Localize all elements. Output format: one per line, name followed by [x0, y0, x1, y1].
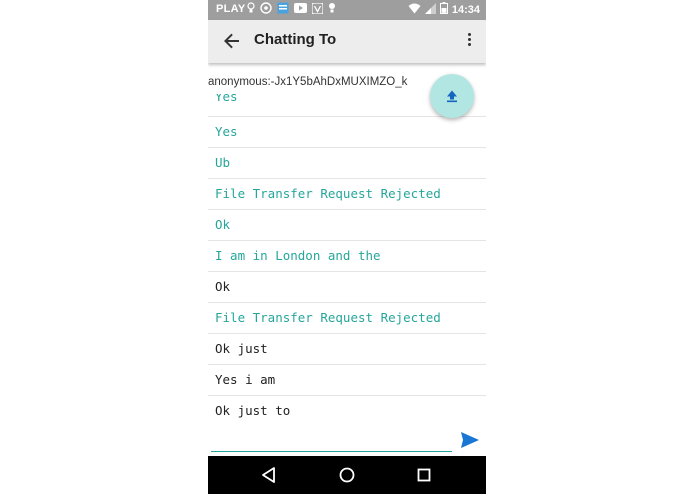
composer	[208, 428, 486, 456]
send-button[interactable]	[460, 431, 480, 449]
overflow-menu-button[interactable]	[466, 31, 472, 51]
arrow-left-icon	[224, 33, 239, 49]
message-incoming: Yes	[208, 117, 486, 148]
message-outgoing: Ok just to	[208, 396, 486, 426]
youtube-icon	[294, 3, 307, 18]
message-list[interactable]: Yes Yes Ub File Transfer Request Rejected Ok…	[208, 94, 486, 426]
back-button[interactable]	[220, 29, 244, 53]
message-incoming: I am in London and the	[208, 241, 486, 272]
message-incoming: File Transfer Request Rejected	[208, 303, 486, 334]
bulb-icon	[247, 2, 255, 19]
wifi-icon	[408, 3, 421, 17]
carrier-label: PLAY	[216, 3, 246, 15]
app-bar: Chatting To	[208, 20, 486, 63]
system-icons: 14:34	[408, 2, 480, 17]
message-outgoing: Yes i am	[208, 365, 486, 396]
recents-square-icon	[417, 468, 431, 482]
upload-file-button[interactable]	[430, 74, 474, 118]
back-triangle-icon	[262, 467, 275, 483]
nav-back-button[interactable]	[260, 466, 278, 484]
message-outgoing: Ok	[208, 272, 486, 303]
navigation-bar	[208, 456, 486, 494]
message-incoming: Ub	[208, 148, 486, 179]
battery-icon	[439, 2, 448, 17]
app-icon	[277, 2, 289, 19]
message-outgoing: Ok just	[208, 334, 486, 365]
upload-icon	[447, 90, 457, 103]
bulb-icon	[328, 2, 336, 19]
clock: 14:34	[451, 3, 480, 16]
notification-icons	[247, 1, 336, 19]
send-icon	[461, 432, 479, 448]
page-title: Chatting To	[254, 31, 337, 48]
chat-peer-name: anonymous:-Jx1Y5bAhDxMUXIMZO_k	[208, 76, 408, 88]
phone-screen: PLAY 14:34 Chatting To anonymous:-Jx1Y5b…	[208, 0, 486, 494]
message-incoming: File Transfer Request Rejected	[208, 179, 486, 210]
message-incoming: Ok	[208, 210, 486, 241]
more-vert-icon	[466, 33, 472, 46]
message-input[interactable]	[211, 428, 452, 452]
home-circle-icon	[339, 467, 355, 483]
nav-home-button[interactable]	[338, 466, 356, 484]
status-bar: PLAY 14:34	[208, 0, 486, 20]
signal-icon	[424, 2, 436, 17]
soccer-icon	[260, 2, 272, 19]
nav-recents-button[interactable]	[415, 466, 433, 484]
vine-icon	[311, 1, 324, 19]
